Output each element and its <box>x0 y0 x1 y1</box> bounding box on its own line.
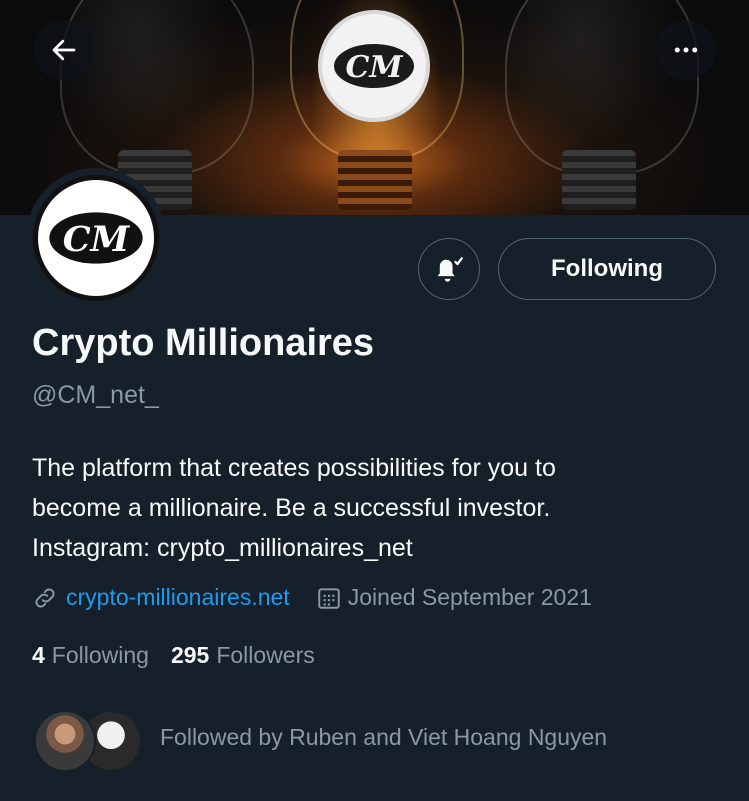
followers-label: Followers <box>216 642 315 668</box>
website-link[interactable]: crypto-millionaires.net <box>66 584 290 611</box>
socket-center-decoration <box>338 150 412 210</box>
arrow-left-icon <box>52 39 76 61</box>
more-options-button[interactable] <box>656 20 716 80</box>
calendar-icon <box>317 587 340 609</box>
cm-logo-icon: CM <box>49 212 143 264</box>
bio-line: The platform that creates possibilities … <box>32 454 556 482</box>
link-icon <box>35 588 55 607</box>
back-button[interactable] <box>34 20 94 80</box>
more-horizontal-icon <box>674 47 698 53</box>
followers-count: 295 <box>170 642 210 668</box>
svg-text:CM: CM <box>63 219 131 260</box>
followed-by-text[interactable]: Followed by Ruben and Viet Hoang Nguyen <box>160 724 607 751</box>
socket-right-decoration <box>562 150 636 210</box>
banner-logo: CM <box>318 10 430 122</box>
profile-avatar[interactable]: CM <box>26 168 166 308</box>
following-label: Following <box>51 642 149 668</box>
bio-line: become a millionaire. Be a successful in… <box>32 494 551 522</box>
following-stat[interactable]: 4 Following <box>32 642 149 669</box>
following-count: 4 <box>32 642 45 668</box>
profile-handle: @CM_net_ <box>32 381 159 409</box>
bell-check-icon <box>437 257 463 282</box>
notifications-toggle-button[interactable] <box>418 238 480 300</box>
followers-stat[interactable]: 295 Followers <box>171 642 315 669</box>
followed-by-avatars[interactable] <box>34 710 144 774</box>
bio-line[interactable]: Instagram: crypto_millionaires_net <box>32 528 722 568</box>
profile-meta: crypto-millionaires.net Joined September… <box>32 584 592 611</box>
follow-stats: 4 Following 295 Followers <box>32 642 315 669</box>
joined-date: Joined September 2021 <box>347 584 592 610</box>
svg-text:CM: CM <box>345 50 403 85</box>
profile-bio: The platform that creates possibilities … <box>32 448 722 568</box>
following-button[interactable]: Following <box>498 238 716 300</box>
cm-logo-icon: CM <box>334 44 414 88</box>
profile-name: Crypto Millionaires <box>32 322 375 364</box>
avatar-logo: CM <box>33 175 159 301</box>
follower-avatar <box>34 710 96 772</box>
bulb-left-decoration <box>60 0 254 174</box>
